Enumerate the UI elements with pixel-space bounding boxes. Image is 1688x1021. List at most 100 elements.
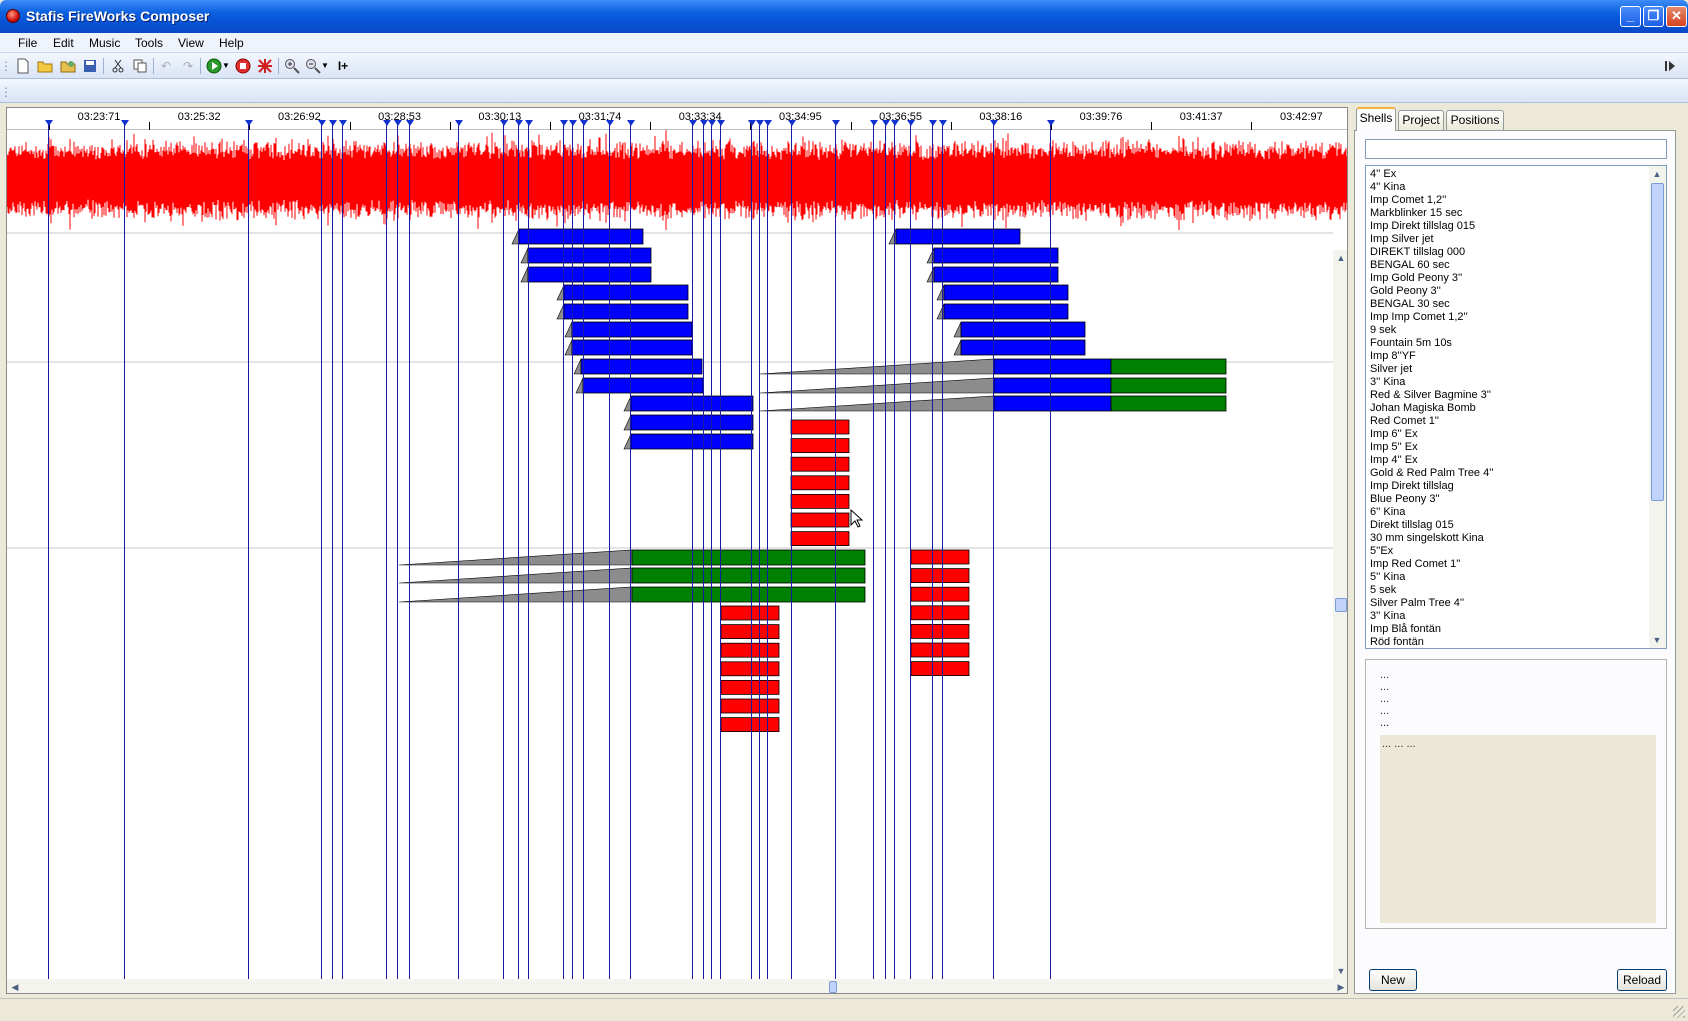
- effect-block-red[interactable]: [720, 642, 780, 658]
- menu-music[interactable]: Music: [89, 36, 120, 50]
- effect-block-blue[interactable]: [527, 266, 652, 283]
- cue-marker-icon[interactable]: [405, 120, 414, 126]
- open-project-icon[interactable]: [60, 58, 76, 74]
- cue-line[interactable]: [873, 121, 874, 993]
- cue-line[interactable]: [321, 121, 322, 993]
- cue-line[interactable]: [572, 121, 573, 993]
- effect-block-red[interactable]: [790, 475, 850, 491]
- cue-line[interactable]: [993, 121, 994, 993]
- shell-list-item[interactable]: 4'' Ex: [1370, 168, 1396, 180]
- cue-line[interactable]: [759, 121, 760, 993]
- cue-marker-icon[interactable]: [514, 120, 523, 126]
- shell-list-item[interactable]: Johan Magiska Bomb: [1370, 402, 1476, 414]
- cue-line[interactable]: [124, 121, 125, 993]
- timeline-panel[interactable]: 03:23:71 03:25:32 03:26:92 03:28:53 03:30:13…: [6, 107, 1348, 994]
- shell-list-item[interactable]: BENGAL 60 sec: [1370, 259, 1450, 271]
- effect-block-red[interactable]: [720, 605, 780, 621]
- zoom-in-icon[interactable]: [284, 58, 300, 74]
- shell-list-item[interactable]: Red & Silver Bagmine 3'': [1370, 389, 1491, 401]
- cue-line[interactable]: [609, 121, 610, 993]
- horizontal-scroll-thumb[interactable]: [829, 981, 837, 993]
- zoom-dropdown-icon[interactable]: ▼: [321, 58, 329, 74]
- cue-marker-icon[interactable]: [44, 120, 53, 126]
- shell-list-item[interactable]: Imp Imp Comet 1,2'': [1370, 311, 1468, 323]
- shell-list-item[interactable]: Imp 6'' Ex: [1370, 428, 1418, 440]
- ramp-shape[interactable]: [520, 266, 529, 283]
- cue-marker-icon[interactable]: [120, 120, 129, 126]
- menu-tools[interactable]: Tools: [135, 36, 163, 50]
- effect-block-red[interactable]: [790, 493, 850, 509]
- stop-icon[interactable]: [235, 58, 251, 74]
- cue-line[interactable]: [835, 121, 836, 993]
- ramp-shape[interactable]: [398, 586, 633, 603]
- scroll-down-icon[interactable]: ▼: [1649, 632, 1665, 648]
- effect-block-blue[interactable]: [960, 339, 1086, 356]
- clear-icon[interactable]: [257, 58, 273, 74]
- effect-block-red[interactable]: [910, 624, 970, 639]
- effect-block-red[interactable]: [720, 624, 780, 639]
- cue-marker-icon[interactable]: [393, 120, 402, 126]
- cue-marker-icon[interactable]: [890, 120, 899, 126]
- cue-marker-icon[interactable]: [626, 120, 635, 126]
- ramp-shape[interactable]: [953, 321, 962, 338]
- cue-line[interactable]: [942, 121, 943, 993]
- effect-block-red[interactable]: [910, 549, 970, 565]
- cue-line[interactable]: [248, 121, 249, 993]
- effect-block-blue[interactable]: [993, 395, 1112, 412]
- cue-marker-icon[interactable]: [716, 120, 725, 126]
- effect-block-red[interactable]: [790, 456, 850, 472]
- shell-list-item[interactable]: 3'' Kina: [1370, 376, 1405, 388]
- shell-list-item[interactable]: Blue Peony 3'': [1370, 493, 1440, 505]
- toolbar-overflow-icon[interactable]: [1662, 58, 1678, 74]
- shell-list-item[interactable]: Fountain 5m 10s: [1370, 337, 1452, 349]
- effect-block-red[interactable]: [720, 661, 780, 677]
- effect-block-blue[interactable]: [895, 228, 1021, 245]
- cue-line[interactable]: [1050, 121, 1051, 993]
- shell-list[interactable]: 4'' Ex 4'' Kina Imp Comet 1,2'' Markblinker…: [1365, 165, 1667, 649]
- cue-line[interactable]: [409, 121, 410, 993]
- close-button[interactable]: ✕: [1666, 6, 1687, 27]
- cue-line[interactable]: [910, 121, 911, 993]
- cue-marker-icon[interactable]: [524, 120, 533, 126]
- maximize-button[interactable]: ❐: [1643, 6, 1664, 27]
- cue-line[interactable]: [791, 121, 792, 993]
- effect-block-blue[interactable]: [571, 321, 693, 338]
- cue-line[interactable]: [751, 121, 752, 993]
- cue-marker-icon[interactable]: [831, 120, 840, 126]
- cue-marker-icon[interactable]: [938, 120, 947, 126]
- scroll-up-icon[interactable]: ▲: [1333, 250, 1347, 266]
- shell-list-item[interactable]: Röd fontän: [1370, 636, 1424, 648]
- effect-block-blue[interactable]: [960, 321, 1086, 338]
- ramp-shape[interactable]: [573, 358, 582, 375]
- shell-list-scrollbar[interactable]: ▲ ▼: [1649, 166, 1666, 648]
- shell-list-item[interactable]: Silver jet: [1370, 363, 1412, 375]
- effect-block-red[interactable]: [790, 438, 850, 454]
- shell-list-item[interactable]: Imp Direkt tillslag: [1370, 480, 1454, 492]
- cue-marker-icon[interactable]: [382, 120, 391, 126]
- effect-block-red[interactable]: [720, 698, 780, 714]
- effect-block-red[interactable]: [910, 642, 970, 658]
- cue-marker-icon[interactable]: [317, 120, 326, 126]
- effect-tracks[interactable]: [7, 108, 1348, 994]
- shell-list-item[interactable]: BENGAL 30 sec: [1370, 298, 1450, 310]
- cue-line[interactable]: [885, 121, 886, 993]
- cue-line[interactable]: [703, 121, 704, 993]
- menu-file[interactable]: File: [18, 36, 37, 50]
- shell-list-item[interactable]: Direkt tillslag 015: [1370, 519, 1454, 531]
- cue-line[interactable]: [563, 121, 564, 993]
- shell-list-item[interactable]: Imp 4'' Ex: [1370, 454, 1418, 466]
- cue-marker-icon[interactable]: [755, 120, 764, 126]
- save-icon[interactable]: [82, 58, 98, 74]
- menu-help[interactable]: Help: [219, 36, 244, 50]
- cue-line[interactable]: [711, 121, 712, 993]
- effect-block-blue[interactable]: [582, 377, 704, 394]
- shell-list-item[interactable]: Imp Red Comet 1'': [1370, 558, 1460, 570]
- effect-block-blue[interactable]: [571, 339, 693, 356]
- shell-list-item[interactable]: 5''Ex: [1370, 545, 1393, 557]
- shell-list-item[interactable]: 5 sek: [1370, 584, 1396, 596]
- ramp-shape[interactable]: [564, 321, 573, 338]
- insert-icon[interactable]: I+: [335, 58, 351, 74]
- ramp-shape[interactable]: [398, 549, 633, 566]
- tab-shells[interactable]: Shells: [1356, 107, 1396, 131]
- scroll-left-icon[interactable]: ◀: [7, 979, 23, 993]
